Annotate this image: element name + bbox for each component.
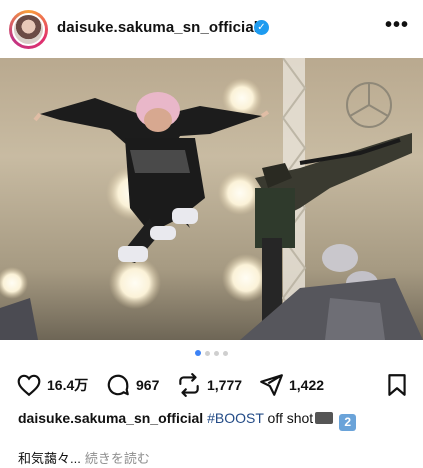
avatar[interactable] [9,10,48,49]
share-button[interactable]: 1,422 [258,370,324,400]
carousel-dot [223,351,228,356]
repost-count: 1,777 [207,377,243,393]
post-image[interactable] [0,58,423,340]
caption-text: off shot [263,410,314,426]
read-more-link[interactable]: 続きを読む [85,451,150,466]
save-button[interactable] [384,370,410,400]
caption-hashtag[interactable]: #BOOST [207,410,264,426]
username[interactable]: daisuke.sakuma_sn_official [57,19,258,36]
send-icon [260,374,283,396]
caption-preview-text: 和気藹々... [18,451,81,466]
comment-button[interactable]: 967 [105,370,159,400]
repost-button[interactable]: 1,777 [176,370,242,400]
carousel-indicator [0,350,423,358]
camera-emoji-icon [315,412,334,424]
action-bar: 16.4万 967 1,777 1,422 [0,370,423,400]
avatar-image [12,13,45,46]
keycap-two-icon: 2 [339,414,357,431]
more-options-button[interactable]: ••• [385,14,409,37]
post-caption: daisuke.sakuma_sn_official #BOOST off sh… [18,410,357,431]
heart-icon [17,374,41,397]
like-button[interactable]: 16.4万 [16,370,88,400]
caption-preview: 和気藹々... 続きを読む [18,448,150,467]
repost-icon [179,373,199,397]
post-photo-illustration [0,58,423,340]
comment-icon [107,374,129,396]
carousel-dot-active [195,350,201,356]
like-count: 16.4万 [47,377,89,393]
caption-username[interactable]: daisuke.sakuma_sn_official [18,410,203,426]
share-count: 1,422 [289,377,325,393]
bookmark-icon [388,374,406,396]
post-header: daisuke.sakuma_sn_official ✓ ••• [0,0,423,58]
verified-badge-icon: ✓ [254,20,269,35]
carousel-dot [205,351,210,356]
comment-count: 967 [136,377,160,393]
carousel-dot [214,351,219,356]
